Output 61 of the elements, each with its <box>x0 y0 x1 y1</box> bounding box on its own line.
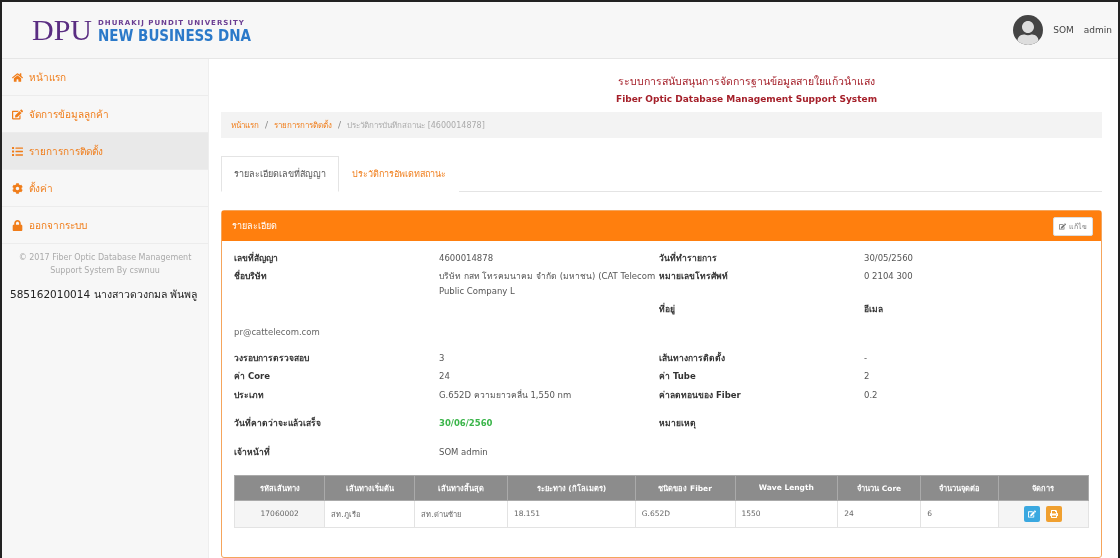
student-name: 585162010014 นางสาวดวงกมล พันพลู <box>9 286 198 303</box>
edit-icon[interactable] <box>1024 505 1041 522</box>
field-label: ค่า Core <box>234 370 271 384</box>
sidebar-item-label: รายการการติดตั้ง <box>29 143 103 159</box>
field-label: เส้นทางการติดตั้ง <box>659 351 726 365</box>
field-value: - <box>864 351 869 365</box>
field-label: วันที่คาดว่าจะแล้วเสร็จ <box>234 416 322 431</box>
sidebar-item[interactable]: ตั้งค่า <box>2 170 208 207</box>
sidebar-item-label: จัดการข้อมูลลูกค้า <box>29 107 109 122</box>
field-label: เจ้าหน้าที่ <box>234 445 271 459</box>
field-label: วงรอบการตรวจสอบ <box>234 351 310 365</box>
logo-tagline: NEW BUSINESS DNA <box>98 27 251 45</box>
field-value: G.652D ความยาวคลื่น 1,550 nm <box>439 388 573 402</box>
sidebar-item-label: หน้าแรก <box>29 70 66 85</box>
copyright-text: © 2017 Fiber Optic Database Management Support System By cswnuu <box>17 252 193 277</box>
home-icon <box>12 71 23 83</box>
list-icon <box>12 145 23 157</box>
field-label: เลขที่สัญญา <box>234 251 279 265</box>
field-label: ค่า Tube <box>659 370 697 384</box>
field-label: หมายเหตุ <box>659 417 697 431</box>
sidebar-item-label: ออกจากระบบ <box>29 218 87 233</box>
avatar-icon[interactable] <box>1013 15 1044 45</box>
email-text: pr@cattelecom.com <box>234 326 321 337</box>
settings-icon <box>12 182 23 194</box>
sidebar-item-label: ตั้งค่า <box>29 180 53 196</box>
field-value: 0.2 <box>864 388 879 402</box>
tab[interactable]: รายละเอียดเลขที่สัญญา <box>221 156 339 192</box>
field-label: วันที่ทำรายการ <box>659 251 718 265</box>
field-value: 30/06/2560 <box>439 417 494 431</box>
field-value: บริษัท กสท โทรคมนาคม จำกัด (มหาชน) (CAT Telecom Public Company L <box>439 270 657 298</box>
system-title: ระบบการสนับสนุนการจัดการฐานข้อมูลสายใยแก้วนำแสง <box>618 74 875 90</box>
field-label: ค่าลดทอนของ Fiber <box>659 388 742 402</box>
field-label: ที่อยู่ <box>659 302 676 317</box>
edit-icon <box>12 108 23 120</box>
field-value: SOM admin <box>439 445 489 459</box>
field-value: 24 <box>439 370 451 384</box>
sidebar-item[interactable]: หน้าแรก <box>2 59 208 96</box>
field-label: หมายเลขโทรศัพท์ <box>659 270 729 284</box>
field-value: 3 <box>439 351 446 365</box>
field-value: 4600014878 <box>439 252 495 265</box>
lock-icon <box>12 219 23 231</box>
breadcrumb-current: ประวัติการบันทึกสถานะ [4600014878] <box>347 119 485 132</box>
sidebar-item[interactable]: ออกจากระบบ <box>2 207 208 244</box>
print-icon[interactable] <box>1046 505 1063 522</box>
system-subtitle: Fiber Optic Database Management Support System <box>616 94 877 104</box>
field-value: 2 <box>864 370 871 384</box>
logo-mark: DPU <box>32 15 92 45</box>
breadcrumb-separator: / <box>265 120 269 130</box>
field-label: ประเภท <box>234 388 265 402</box>
breadcrumb-separator: / <box>338 120 342 130</box>
field-value: 30/05/2560 <box>864 252 914 265</box>
edit-icon <box>1059 222 1066 230</box>
breadcrumb-link[interactable]: รายการการติดตั้ง <box>274 118 333 132</box>
panel-title: รายละเอียด <box>232 220 277 233</box>
field-value: อีเมล <box>864 303 884 317</box>
field-value: 0 2104 300 <box>864 270 914 284</box>
user-first-name: SOM <box>1053 25 1074 35</box>
user-last-name: admin <box>1083 25 1112 35</box>
field-label: ชื่อบริษัท <box>234 269 268 284</box>
breadcrumb-link[interactable]: หน้าแรก <box>231 118 259 132</box>
sidebar-item[interactable]: รายการการติดตั้ง <box>2 133 208 170</box>
